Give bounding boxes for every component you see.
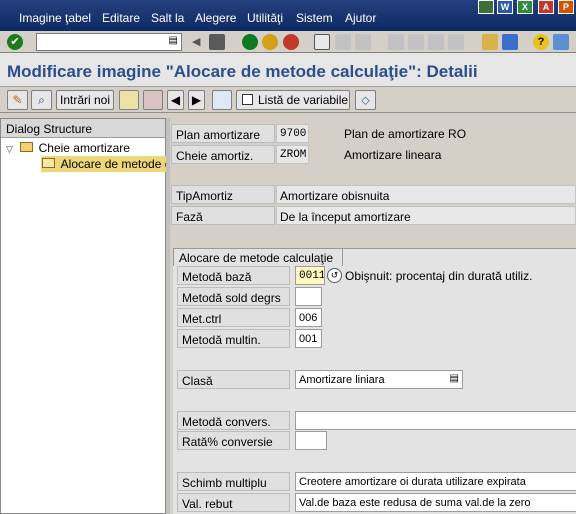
menu-sistem[interactable]: Sistem: [296, 11, 333, 25]
menu-salt-la[interactable]: Salt la: [151, 11, 184, 25]
cheie-amortiz-label: Cheie amortiz.: [171, 145, 275, 164]
faza-label: Fază: [171, 206, 275, 225]
previous-page-icon[interactable]: [408, 34, 424, 50]
tree-item-label: Cheie amortizare: [38, 141, 130, 155]
search-help-icon[interactable]: ↺: [327, 268, 342, 283]
detail-form: Plan amortizare 9700 Plan de amortizare …: [170, 118, 576, 514]
menu-ajutor[interactable]: Ajutor: [345, 11, 376, 25]
find-icon[interactable]: [335, 34, 351, 50]
tree-item-alocare-metode[interactable]: Alocare de metode c: [41, 156, 166, 172]
cheie-amortiz-description: Amortizare lineara: [344, 148, 442, 162]
metoda-multin-label: Metodă multin.: [177, 329, 290, 348]
rata-conversie-field[interactable]: [295, 431, 327, 450]
help-icon[interactable]: ?: [533, 34, 549, 50]
tree-item-cheie-amortizare[interactable]: ▽ Cheie amortizare: [6, 141, 130, 155]
exit-icon[interactable]: [262, 34, 278, 50]
cancel-icon[interactable]: [283, 34, 299, 50]
metoda-sold-degrs-label: Metodă sold degrs: [177, 287, 290, 306]
standard-toolbar: ✔ ▤ ◀ ?: [0, 31, 576, 53]
val-rebut-field[interactable]: Val.de baza este redusa de suma val.de l…: [295, 493, 576, 512]
dropdown-icon[interactable]: ▤: [450, 373, 459, 384]
dialog-structure-panel: Dialog Structure ▽ Cheie amortizare Aloc…: [0, 118, 166, 514]
excel-icon[interactable]: X: [517, 0, 533, 14]
word-icon[interactable]: W: [497, 0, 513, 14]
print-list-icon[interactable]: [212, 90, 232, 110]
new-session-icon[interactable]: [482, 34, 498, 50]
expand-triangle-icon[interactable]: ▽: [6, 144, 13, 154]
variable-list-label: Listă de variabile: [258, 93, 349, 107]
back-icon[interactable]: [242, 34, 258, 50]
tree-item-label: Alocare de metode c: [60, 157, 166, 171]
print-icon: [242, 94, 253, 105]
enter-check-icon[interactable]: ✔: [7, 34, 23, 50]
open-folder-icon: [42, 158, 55, 168]
change-display-icon[interactable]: ✎: [7, 90, 28, 110]
menu-bar: Imagine ţabel Editare Salt la Alegere Ut…: [0, 0, 576, 31]
details-icon[interactable]: ⌕: [31, 90, 52, 110]
clasa-field[interactable]: Amortizare liniara ▤: [295, 370, 463, 389]
tip-amortiz-value: Amortizare obisnuita: [276, 185, 576, 204]
application-toolbar: ✎ ⌕ Intrări noi ◀ ▶ Listă de variabile ⬦: [0, 87, 576, 113]
find-next-icon[interactable]: [355, 34, 371, 50]
tip-amortiz-label: TipAmortiz: [171, 185, 275, 204]
new-entries-button[interactable]: Intrări noi: [56, 90, 114, 110]
title-bar: Modificare imagine "Alocare de metode ca…: [0, 53, 576, 87]
menu-utilitati[interactable]: Utilităţi: [247, 11, 283, 25]
menu-imagine-tabel[interactable]: Imagine ţabel: [19, 11, 91, 25]
schimb-multiplu-label: Schimb multiplu: [177, 472, 290, 491]
layout-menu-icon[interactable]: [553, 34, 569, 50]
plan-amortizare-description: Plan de amortizare RO: [344, 127, 467, 141]
faza-value: De la început amortizare: [276, 206, 576, 225]
metoda-convers-field[interactable]: [295, 411, 576, 430]
print-icon[interactable]: [314, 34, 330, 50]
menu-editare[interactable]: Editare: [102, 11, 140, 25]
transport-icon[interactable]: ⬦: [355, 90, 376, 110]
next-entry-icon[interactable]: ▶: [188, 90, 205, 110]
access-icon[interactable]: A: [538, 0, 554, 14]
schimb-multiplu-field[interactable]: Creotere amortizare oi durata utilizare …: [295, 472, 576, 491]
cheie-amortiz-value: ZROM: [276, 145, 309, 164]
rata-conversie-label: Rată% conversie: [177, 431, 290, 450]
grid-icon[interactable]: [478, 0, 494, 14]
val-rebut-label: Val. rebut: [177, 493, 290, 512]
metoda-baza-description: Obişnuit: procentaj din durată utiliz.: [345, 269, 533, 283]
dialog-structure-header: Dialog Structure: [1, 119, 165, 138]
met-ctrl-field[interactable]: 006: [295, 308, 322, 327]
metoda-convers-label: Metodă convers.: [177, 411, 290, 430]
plan-amortizare-label: Plan amortizare: [171, 124, 275, 143]
met-ctrl-label: Met.ctrl: [177, 308, 290, 327]
metoda-sold-degrs-field[interactable]: [295, 287, 322, 306]
last-page-icon[interactable]: [448, 34, 464, 50]
first-page-icon[interactable]: [388, 34, 404, 50]
next-page-icon[interactable]: [428, 34, 444, 50]
powerpoint-icon[interactable]: P: [558, 0, 574, 14]
delete-icon[interactable]: [143, 90, 163, 110]
clasa-label: Clasă: [177, 370, 290, 389]
dropdown-icon[interactable]: ▤: [169, 35, 178, 46]
plan-amortizare-value: 9700: [276, 124, 309, 143]
previous-entry-icon[interactable]: ◀: [167, 90, 184, 110]
command-field[interactable]: ▤: [36, 33, 182, 51]
metoda-multin-field[interactable]: 001: [295, 329, 322, 348]
metoda-baza-label: Metodă bază: [177, 266, 290, 285]
shortcut-icon[interactable]: [502, 34, 518, 50]
back-arrow-icon[interactable]: ◀: [192, 34, 208, 50]
variable-list-button[interactable]: Listă de variabile: [236, 90, 350, 110]
metoda-baza-field[interactable]: 0011: [295, 266, 325, 285]
page-title: Modificare imagine "Alocare de metode ca…: [7, 62, 478, 81]
alocare-metode-group-title: Alocare de metode calculaţie: [173, 248, 343, 266]
folder-icon: [20, 142, 34, 152]
save-icon[interactable]: [209, 34, 225, 50]
clasa-value: Amortizare liniara: [299, 374, 385, 386]
copy-icon[interactable]: [119, 90, 139, 110]
menu-alegere[interactable]: Alegere: [195, 11, 236, 25]
